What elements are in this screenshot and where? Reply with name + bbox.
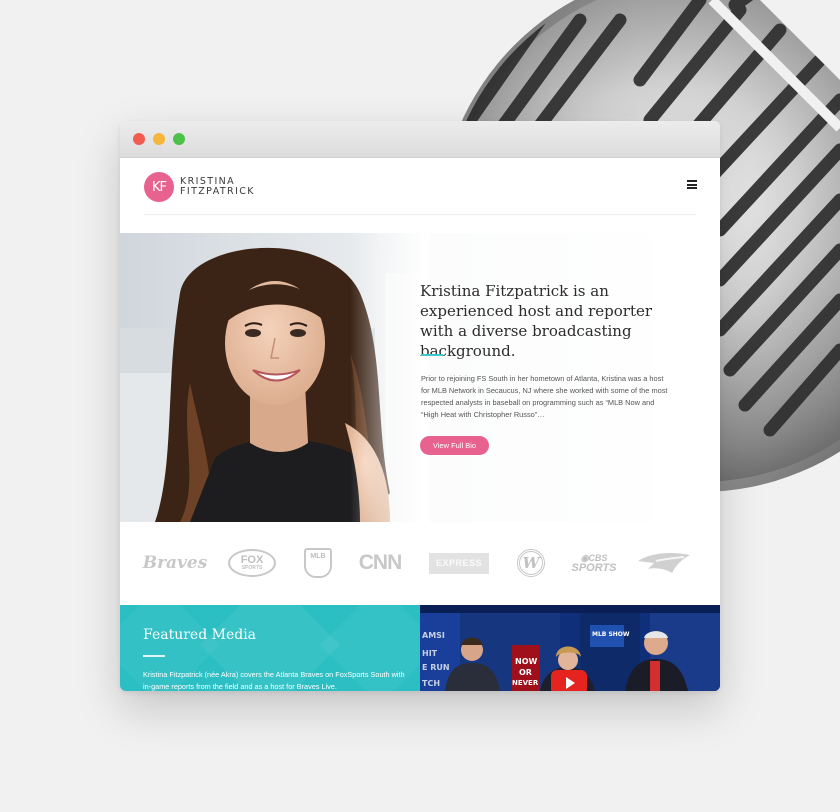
nationals-logo: W bbox=[514, 548, 548, 578]
patriots-logo-icon bbox=[638, 553, 690, 573]
hamburger-menu-icon[interactable] bbox=[687, 180, 697, 189]
video-side-text-2: HIT bbox=[422, 649, 438, 658]
logo-line-2: FITZPATRICK bbox=[180, 186, 255, 197]
browser-titlebar bbox=[120, 121, 720, 158]
fox-sports-logo: FOX SPORTS bbox=[228, 548, 276, 578]
cbs-sports-logo: ◉CBS SPORTS bbox=[570, 548, 618, 578]
video-banner-now: NOW bbox=[515, 657, 538, 666]
cbs-logo-eye: ◉CBS bbox=[580, 552, 608, 563]
site-header: KF KRISTINA FITZPATRICK bbox=[120, 158, 720, 215]
braves-logo: Braves bbox=[142, 553, 208, 573]
header-divider bbox=[144, 214, 696, 215]
video-side-text-1: AMSI bbox=[422, 631, 445, 640]
browser-window: KF KRISTINA FITZPATRICK Kristina Fitzpat… bbox=[120, 121, 720, 691]
site-logo[interactable]: KF KRISTINA FITZPATRICK bbox=[144, 172, 255, 202]
express-logo-text: EXPRESS bbox=[429, 552, 489, 574]
featured-media-description: Kristina Fitzpatrick (née Akra) covers t… bbox=[143, 670, 405, 691]
nationals-logo-letter: W bbox=[517, 549, 545, 577]
featured-video-thumbnail[interactable]: AMSI HIT E RUN TCH NOW OR NEVER MLB SHOW bbox=[420, 605, 720, 691]
close-window-button[interactable] bbox=[133, 133, 145, 145]
fox-logo-subtext: SPORTS bbox=[241, 564, 263, 571]
play-icon bbox=[565, 676, 575, 689]
fox-logo-text: FOX bbox=[240, 553, 264, 566]
video-banner-never: NEVER bbox=[512, 679, 539, 687]
network-logos-strip: Braves FOX SPORTS MLB CNN EXPRESS W ◉CBS… bbox=[120, 522, 720, 605]
express-logo: EXPRESS bbox=[428, 548, 490, 578]
mlb-network-logo: MLB bbox=[301, 548, 335, 578]
minimize-window-button[interactable] bbox=[153, 133, 165, 145]
hero-bio-excerpt: Prior to rejoining FS South in her homet… bbox=[421, 374, 668, 419]
hero-divider bbox=[421, 354, 443, 356]
video-show-tag: MLB SHOW bbox=[592, 631, 630, 638]
hero-headline: Kristina Fitzpatrick is an experienced h… bbox=[420, 282, 653, 360]
featured-media-panel: Featured Media Kristina Fitzpatrick (née… bbox=[120, 605, 420, 691]
cnn-logo: CNN bbox=[358, 551, 403, 574]
website: KF KRISTINA FITZPATRICK Kristina Fitzpat… bbox=[120, 158, 720, 691]
cbs-logo-word: SPORTS bbox=[571, 561, 617, 574]
video-banner-or: OR bbox=[519, 668, 532, 677]
featured-media-title: Featured Media bbox=[143, 627, 257, 643]
hero-section: Kristina Fitzpatrick is an experienced h… bbox=[120, 233, 720, 522]
logo-wordmark: KRISTINA FITZPATRICK bbox=[180, 177, 255, 197]
featured-divider bbox=[143, 655, 165, 657]
maximize-window-button[interactable] bbox=[173, 133, 185, 145]
video-side-text-4: TCH bbox=[422, 679, 441, 688]
video-side-text-3: E RUN bbox=[422, 663, 450, 672]
patriots-logo bbox=[636, 548, 692, 578]
youtube-play-button[interactable] bbox=[551, 670, 587, 691]
logo-mark: KF bbox=[144, 172, 174, 202]
view-full-bio-button[interactable]: View Full Bio bbox=[420, 436, 489, 455]
mlb-logo-text: MLB bbox=[304, 548, 332, 578]
